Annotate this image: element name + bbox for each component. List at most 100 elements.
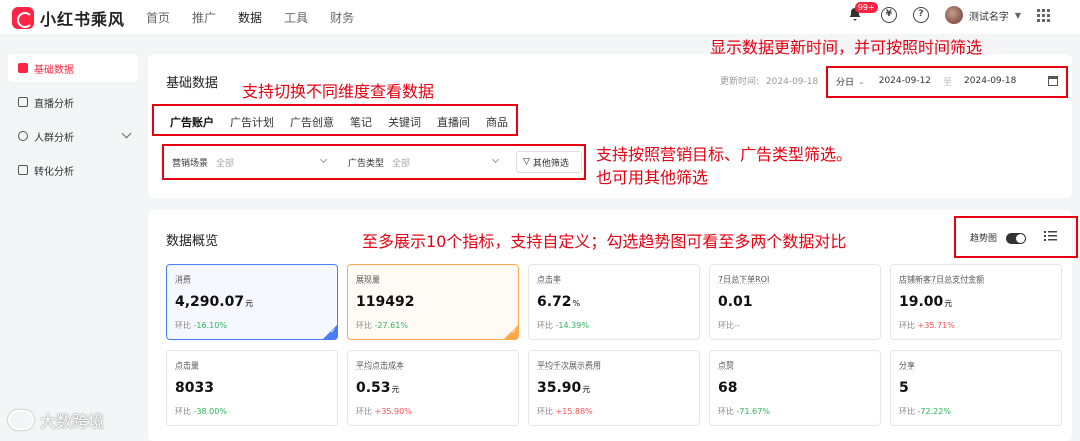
sidebar-item-live-analysis[interactable]: 直播分析 — [8, 88, 138, 116]
chevron-down-icon — [121, 128, 132, 139]
nav-tools[interactable]: 工具 — [284, 9, 308, 26]
date-end[interactable]: 2024-09-18 — [964, 76, 1016, 86]
more-filters-label: 其他筛选 — [532, 158, 569, 169]
metric-card-new-customer-pay[interactable]: 店铺新客7日总支付金额 19.00元 环比 +35.71% — [890, 264, 1062, 340]
bell-icon[interactable]: 99+ — [847, 2, 878, 24]
metric-compare: 环比 +35.90% — [356, 407, 412, 416]
date-range-picker[interactable]: 分日 ⌄ 2024-09-12 至 2024-09-18 — [828, 70, 1068, 92]
nav-home[interactable]: 首页 — [146, 9, 170, 26]
sidebar-item-label: 基础数据 — [34, 64, 74, 76]
metric-compare: 环比 -71.67% — [718, 407, 770, 416]
metric-card-cpc[interactable]: 平均点击成本 0.53元 环比 +35.90% — [347, 350, 519, 426]
more-filters-button[interactable]: ▽ 其他筛选 — [516, 151, 582, 173]
sidebar-item-conversion-analysis[interactable]: 转化分析 — [8, 156, 138, 184]
metric-value: 119492 — [356, 294, 415, 310]
metric-name: 展现量 — [356, 275, 380, 284]
metric-card-roi[interactable]: 7日总下单ROI 0.01 环比-- — [709, 264, 881, 340]
user-name: 测试名字 — [968, 11, 1009, 23]
user-menu[interactable]: 测试名字 ▼ — [944, 6, 1021, 24]
metric-value: 0.53元 — [356, 380, 400, 396]
page-title: 基础数据 — [166, 76, 219, 91]
chart-icon — [18, 63, 28, 73]
update-time: 更新时间: 2024-09-18 — [720, 74, 818, 87]
tab-ad-account[interactable]: 广告账户 — [170, 114, 214, 130]
marketing-scene-select[interactable]: 营销场景 全部 — [172, 151, 332, 173]
annotation-time: 显示数据更新时间，并可按照时间筛选 — [710, 38, 983, 57]
date-separator: 至 — [943, 77, 953, 88]
filter-value: 全部 — [392, 158, 411, 169]
top-nav: 首页 推广 数据 工具 财务 — [146, 9, 354, 26]
avatar — [944, 6, 963, 24]
metric-name: 平均点击成本 — [356, 361, 404, 370]
metric-value: 68 — [718, 380, 738, 396]
chevron-down-icon — [491, 155, 500, 164]
update-time-value: 2024-09-18 — [765, 77, 819, 87]
help-icon[interactable]: ? — [912, 7, 929, 23]
caret-down-icon: ▼ — [1014, 10, 1021, 20]
nav-finance[interactable]: 财务 — [330, 9, 354, 26]
metric-card-cost[interactable]: 消费 4,290.07元 环比 -16.10% — [166, 264, 338, 340]
app-name: 小红书乘风 — [40, 10, 126, 29]
watermark: 大数跨境 — [8, 408, 104, 432]
tab-keyword[interactable]: 关键词 — [388, 114, 421, 130]
tab-live-room[interactable]: 直播间 — [437, 114, 470, 130]
metric-card-likes[interactable]: 点赞 68 环比 -71.67% — [709, 350, 881, 426]
metric-compare: 环比-- — [718, 321, 740, 330]
metric-value: 4,290.07元 — [175, 294, 254, 310]
annotation-dimension: 支持切换不同维度查看数据 — [242, 82, 435, 101]
annotation-metrics: 至多展示10个指标，支持自定义；勾选趋势图可看至多两个数据对比 — [362, 232, 847, 251]
watermark-logo-icon — [8, 410, 34, 430]
sidebar: 基础数据 直播分析 人群分析 转化分析 — [0, 34, 138, 441]
filter-icon: ▽ — [523, 157, 530, 167]
trend-toggle[interactable]: 趋势图 — [970, 231, 1026, 244]
metric-compare: 环比 -72.22% — [899, 407, 951, 416]
conversion-icon — [18, 165, 28, 175]
logo-icon — [12, 7, 34, 29]
header-actions: 99+ ¥ ? 测试名字 ▼ — [847, 2, 1050, 24]
metric-name: 点赞 — [718, 361, 734, 370]
metric-name: 7日总下单ROI — [718, 275, 770, 284]
logo[interactable]: 小红书乘风 — [12, 6, 125, 30]
calendar-icon[interactable] — [1048, 76, 1059, 86]
metric-card-cpm[interactable]: 平均千次展示费用 35.90元 环比 +15.88% — [528, 350, 700, 426]
filter-label: 营销场景 — [172, 158, 209, 169]
metric-card-ctr[interactable]: 点击率 6.72% 环比 -14.39% — [528, 264, 700, 340]
nav-data[interactable]: 数据 — [238, 9, 262, 26]
people-icon — [18, 131, 28, 141]
live-icon — [18, 97, 28, 107]
metric-name: 点击率 — [537, 275, 561, 284]
metric-card-shares[interactable]: 分享 5 环比 -72.22% — [890, 350, 1062, 426]
metric-compare: 环比 -38.00% — [175, 407, 227, 416]
shield-icon[interactable]: ¥ — [880, 7, 897, 23]
tab-product[interactable]: 商品 — [486, 114, 508, 130]
sidebar-item-basic-data[interactable]: 基础数据 — [8, 54, 138, 82]
metric-compare: 环比 +15.88% — [537, 407, 593, 416]
tab-note[interactable]: 笔记 — [350, 114, 372, 130]
sidebar-item-audience-analysis[interactable]: 人群分析 — [8, 122, 138, 150]
metric-card-impressions[interactable]: 展现量 119492 环比 -27.61% — [347, 264, 519, 340]
update-time-label: 更新时间: — [720, 77, 760, 87]
metric-name: 点击量 — [175, 361, 199, 370]
trend-switch[interactable] — [1005, 233, 1026, 244]
filter-value: 全部 — [216, 158, 235, 169]
metric-value: 5 — [899, 380, 909, 396]
tab-ad-creative[interactable]: 广告创意 — [290, 114, 334, 130]
ad-type-select[interactable]: 广告类型 全部 — [348, 151, 504, 173]
tab-ad-plan[interactable]: 广告计划 — [230, 114, 274, 130]
nav-promote[interactable]: 推广 — [192, 9, 216, 26]
metric-value: 0.01 — [718, 294, 753, 310]
list-settings-icon[interactable] — [1044, 230, 1058, 242]
date-start[interactable]: 2024-09-12 — [879, 76, 931, 86]
metric-name: 平均千次展示费用 — [537, 361, 601, 370]
notification-badge: 99+ — [854, 2, 878, 13]
granularity-select[interactable]: 分日 — [836, 75, 854, 88]
metric-compare: 环比 -16.10% — [175, 321, 227, 330]
overview-title: 数据概览 — [166, 234, 219, 249]
sidebar-item-label: 转化分析 — [34, 166, 74, 178]
metric-name: 店铺新客7日总支付金额 — [899, 275, 985, 284]
chevron-down-icon: ⌄ — [858, 76, 865, 86]
apps-grid-icon[interactable] — [1037, 8, 1050, 22]
dimension-tabs: 广告账户 广告计划 广告创意 笔记 关键词 直播间 商品 — [170, 114, 508, 130]
metric-card-clicks[interactable]: 点击量 8033 环比 -38.00% — [166, 350, 338, 426]
annotation-filter-2: 也可用其他筛选 — [596, 168, 709, 187]
